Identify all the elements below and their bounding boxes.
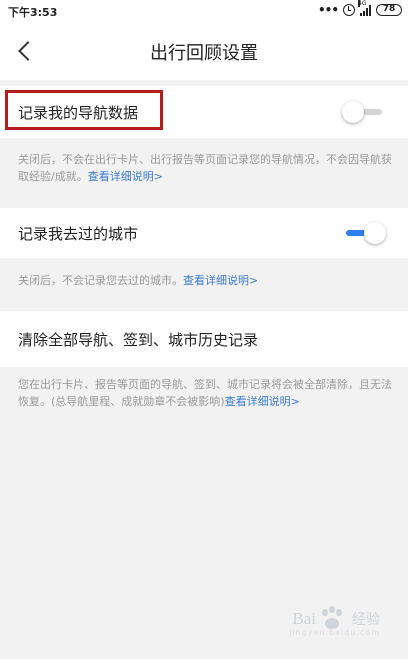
setting-label: 记录我的导航数据 — [18, 103, 139, 122]
header: 出行回顾设置 — [0, 22, 408, 80]
clear-history-button[interactable]: 清除全部导航、签到、城市历史记录 — [0, 311, 408, 367]
setting-label: 清除全部导航、签到、城市历史记录 — [18, 330, 259, 349]
details-link[interactable]: 查看详细说明> — [183, 274, 258, 287]
watermark-brand: Bai — [292, 609, 316, 628]
setting-description: 您在出行卡片、报告等页面的导航、签到、城市记录将会被全部清除，且无法恢复。(总导… — [18, 376, 392, 410]
signal-icon: 4G — [358, 0, 371, 16]
watermark-brand-suffix: 经验 — [352, 612, 380, 628]
setting-record-navigation[interactable]: 记录我的导航数据 — [0, 86, 408, 138]
baidu-watermark: Bai 经验 jingyan.baidu.com — [289, 606, 380, 637]
setting-description: 关闭后，不会记录您去过的城市。查看详细说明> — [18, 272, 392, 289]
record-navigation-toggle[interactable] — [342, 101, 386, 123]
status-icons: ••• 4G 78 — [317, 0, 402, 17]
alarm-icon — [343, 4, 355, 16]
status-time: 下午3:53 — [8, 6, 58, 19]
setting-description: 关闭后，不会在出行卡片、出行报告等页面记录您的导航情况，不会因导航获取经验/成就… — [18, 151, 392, 185]
toggle-knob — [342, 101, 364, 123]
page-title: 出行回顾设置 — [150, 43, 258, 64]
toggle-knob — [364, 222, 386, 244]
more-dots-icon: ••• — [317, 3, 339, 17]
details-link[interactable]: 查看详细说明> — [225, 395, 300, 408]
setting-label: 记录我去过的城市 — [18, 224, 139, 243]
watermark-subtext: jingyan.baidu.com — [289, 628, 380, 637]
battery-icon: 78 — [376, 4, 402, 16]
description-text: 关闭后，不会记录您去过的城市。 — [18, 274, 183, 287]
details-link[interactable]: 查看详细说明> — [88, 170, 163, 183]
setting-record-cities[interactable]: 记录我去过的城市 — [0, 208, 408, 258]
description-text: 您在出行卡片、报告等页面的导航、签到、城市记录将会被全部清除，且无法恢复。(总导… — [18, 378, 392, 408]
description-text: 关闭后，不会在出行卡片、出行报告等页面记录您的导航情况，不会因导航获取经验/成就… — [18, 153, 392, 183]
record-cities-toggle[interactable] — [342, 222, 386, 244]
status-bar: 下午3:53 ••• 4G 78 — [0, 0, 408, 22]
network-label: 4G — [358, 0, 367, 7]
